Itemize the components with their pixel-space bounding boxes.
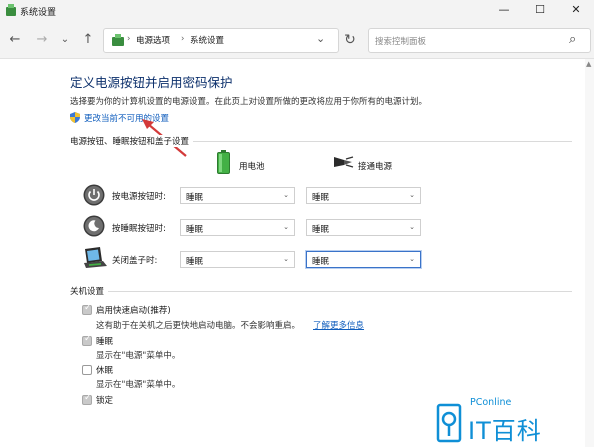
power-button-plugged-select[interactable]: 睡眠 ⌄ <box>306 187 421 204</box>
forward-button[interactable]: → <box>33 31 51 49</box>
refresh-button[interactable]: ↻ <box>341 31 359 49</box>
search-box[interactable]: 搜索控制面板 ⌕ <box>368 28 591 53</box>
breadcrumb-separator: › <box>181 34 185 44</box>
power-icon <box>83 184 105 206</box>
section-divider <box>70 291 572 292</box>
breadcrumb-power-options[interactable]: 电源选项 <box>136 34 170 46</box>
title-bar: 系统设置 — ☐ ✕ <box>0 0 594 22</box>
page-title: 定义电源按钮并启用密码保护 <box>70 75 233 90</box>
navigation-bar: ← → ⌄ ↑ › 电源选项 › 系统设置 ⌄ ↻ 搜索控制面板 ⌕ <box>0 22 594 59</box>
breadcrumb-separator: › <box>127 34 131 44</box>
search-icon[interactable]: ⌕ <box>569 32 576 47</box>
recent-locations-button[interactable]: ⌄ <box>56 31 74 49</box>
shutdown-section-title: 关机设置 <box>70 285 109 297</box>
power-button-battery-select[interactable]: 睡眠 ⌄ <box>180 187 295 204</box>
window-title: 系统设置 <box>20 8 57 18</box>
sleep-button-battery-select[interactable]: 睡眠 ⌄ <box>180 219 295 236</box>
search-placeholder: 搜索控制面板 <box>375 37 427 47</box>
select-value: 睡眠 <box>186 257 204 267</box>
select-value: 睡眠 <box>186 193 204 203</box>
chevron-down-icon: ⌄ <box>409 191 415 199</box>
watermark-brand: PConline <box>470 397 512 408</box>
chevron-down-icon: ⌄ <box>283 223 289 231</box>
learn-more-link[interactable]: 了解更多信息 <box>313 319 364 331</box>
chevron-down-icon: ⌄ <box>283 191 289 199</box>
scroll-up-arrow-icon[interactable]: ▲ <box>586 60 591 68</box>
select-value: 睡眠 <box>312 225 330 235</box>
up-button[interactable]: ↑ <box>79 31 97 49</box>
hibernate-description: 显示在"电源"菜单中。 <box>96 380 181 390</box>
battery-icon <box>217 150 230 174</box>
sleep-label: 睡眠 <box>96 337 114 347</box>
close-lid-label: 关闭盖子时: <box>112 256 158 266</box>
lock-label: 锁定 <box>96 396 114 406</box>
address-bar[interactable]: › 电源选项 › 系统设置 ⌄ <box>103 28 339 53</box>
laptop-lid-icon <box>84 247 107 268</box>
sleep-icon <box>83 215 105 237</box>
chevron-down-icon: ⌄ <box>409 255 415 263</box>
close-lid-plugged-select[interactable]: 睡眠 ⌄ <box>306 251 421 268</box>
select-value: 睡眠 <box>312 193 330 203</box>
breadcrumb-system-settings[interactable]: 系统设置 <box>190 34 224 46</box>
sleep-description: 显示在"电源"菜单中。 <box>96 351 181 361</box>
power-button-label: 按电源按钮时: <box>112 192 166 202</box>
plugged-in-column-header: 接通电源 <box>358 162 393 172</box>
hibernate-checkbox[interactable] <box>82 365 92 375</box>
maximize-button[interactable]: ☐ <box>522 0 558 22</box>
minimize-button[interactable]: — <box>486 0 522 22</box>
sleep-button-label: 按睡眠按钮时: <box>112 224 166 234</box>
chevron-down-icon: ⌄ <box>283 255 289 263</box>
battery-column-header: 用电池 <box>239 162 265 172</box>
fast-startup-description: 这有助于在关机之后更快地启动电脑。不会影响重启。 <box>96 321 301 331</box>
close-lid-battery-select[interactable]: 睡眠 ⌄ <box>180 251 295 268</box>
control-panel-icon <box>6 4 16 16</box>
shield-icon <box>70 112 80 123</box>
vertical-scrollbar[interactable]: ▲ <box>585 59 594 447</box>
pconline-logo-icon <box>436 403 462 443</box>
power-plug-icon <box>334 156 354 168</box>
fast-startup-checkbox[interactable] <box>82 303 92 315</box>
sleep-checkbox[interactable] <box>82 334 92 346</box>
pconline-watermark: PConline IT百科 <box>432 393 592 447</box>
fast-startup-label: 启用快速启动(推荐) <box>96 306 171 316</box>
control-panel-icon <box>112 34 124 46</box>
hibernate-label: 休眠 <box>96 366 114 376</box>
sleep-button-plugged-select[interactable]: 睡眠 ⌄ <box>306 219 421 236</box>
watermark-name: IT百科 <box>468 417 542 445</box>
close-button[interactable]: ✕ <box>558 0 594 22</box>
select-value: 睡眠 <box>312 257 330 267</box>
lock-checkbox[interactable] <box>82 393 92 405</box>
select-value: 睡眠 <box>186 225 204 235</box>
buttons-section-title: 电源按钮、睡眠按钮和盖子设置 <box>70 135 194 147</box>
page-description: 选择要为你的计算机设置的电源设置。在此页上对设置所做的更改将应用于你所有的电源计… <box>70 97 428 107</box>
address-dropdown-button[interactable]: ⌄ <box>316 32 325 45</box>
back-button[interactable]: ← <box>6 31 24 49</box>
chevron-down-icon: ⌄ <box>409 223 415 231</box>
